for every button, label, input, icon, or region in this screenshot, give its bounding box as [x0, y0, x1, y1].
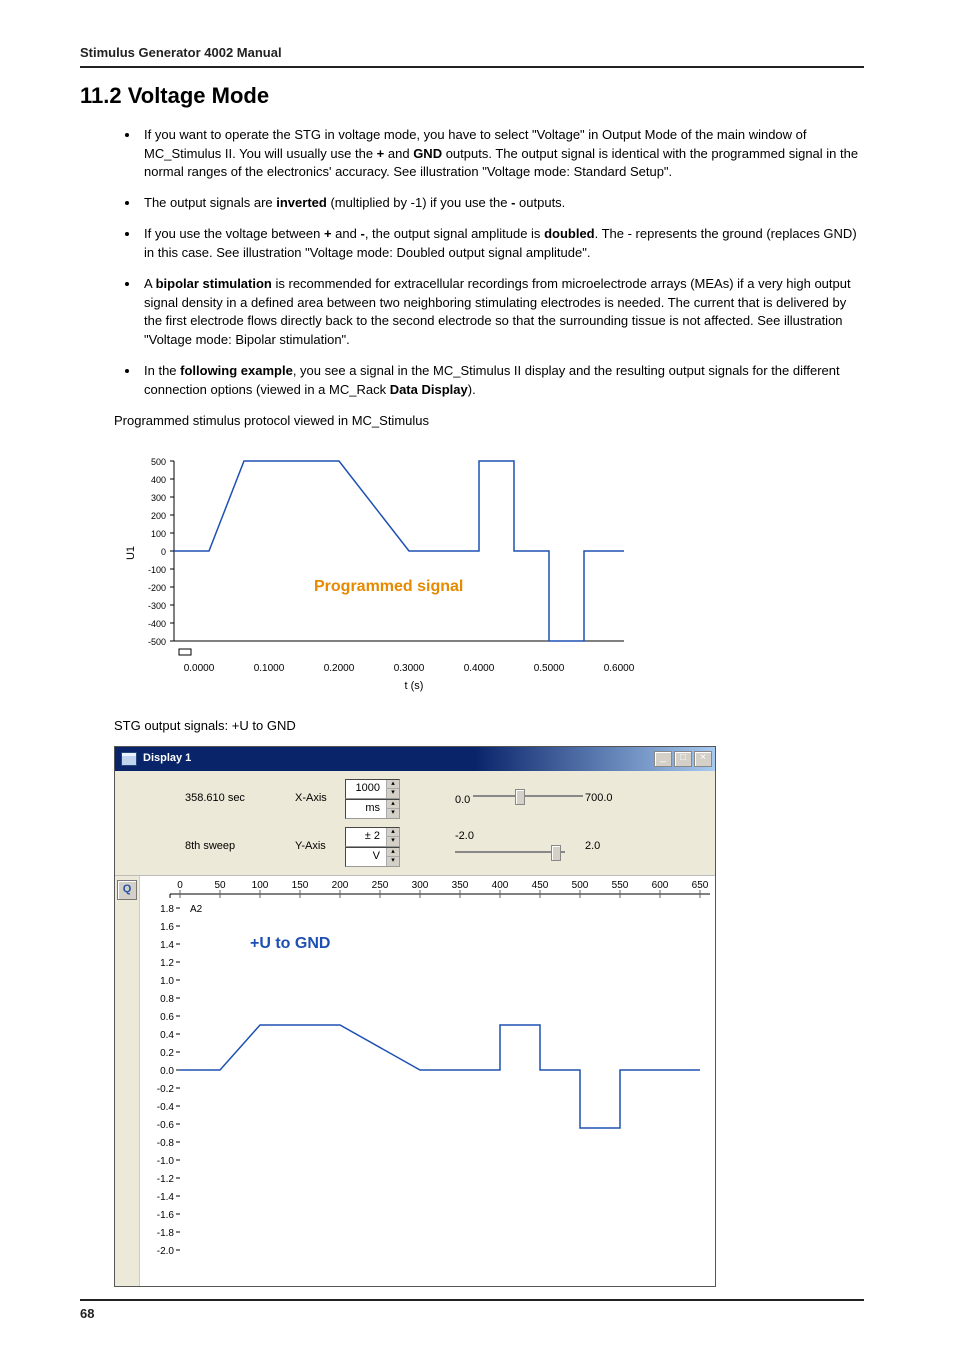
- svg-text:-2.0: -2.0: [157, 1246, 175, 1257]
- svg-text:Programmed signal: Programmed signal: [314, 578, 463, 595]
- svg-text:200: 200: [332, 880, 349, 891]
- close-button[interactable]: ×: [694, 751, 712, 767]
- svg-text:400: 400: [492, 880, 509, 891]
- svg-text:250: 250: [372, 880, 389, 891]
- svg-text:50: 50: [214, 880, 226, 891]
- figure-caption: STG output signals: +U to GND: [114, 717, 864, 736]
- spinner-icon[interactable]: ▴▾: [386, 848, 399, 866]
- x-slider-max: 700.0: [585, 791, 645, 807]
- section-heading: 11.2 Voltage Mode: [80, 80, 864, 112]
- svg-text:-500: -500: [148, 637, 166, 647]
- x-axis-label: X-Axis: [295, 791, 345, 807]
- svg-text:0.1000: 0.1000: [254, 663, 285, 674]
- x-axis-unit-input[interactable]: ms ▴▾: [345, 799, 400, 819]
- svg-text:0.3000: 0.3000: [394, 663, 425, 674]
- svg-text:0.2000: 0.2000: [324, 663, 355, 674]
- svg-text:-1.4: -1.4: [157, 1192, 175, 1203]
- svg-text:500: 500: [572, 880, 589, 891]
- svg-text:150: 150: [292, 880, 309, 891]
- svg-text:1.2: 1.2: [160, 958, 174, 969]
- svg-text:300: 300: [151, 493, 166, 503]
- data-display-window: Display 1 _ □ × 358.610 sec X-Axis 1000 …: [114, 746, 716, 1287]
- x-range-slider[interactable]: [473, 789, 583, 803]
- svg-text:300: 300: [412, 880, 429, 891]
- svg-text:-300: -300: [148, 601, 166, 611]
- svg-text:100: 100: [252, 880, 269, 891]
- svg-text:400: 400: [151, 475, 166, 485]
- y-axis-unit-input[interactable]: V ▴▾: [345, 847, 400, 867]
- window-icon: [121, 752, 137, 766]
- svg-text:0: 0: [177, 880, 183, 891]
- svg-text:-1.8: -1.8: [157, 1228, 175, 1239]
- svg-text:650: 650: [692, 880, 709, 891]
- zoom-button[interactable]: Q: [117, 880, 137, 900]
- svg-text:1.6: 1.6: [160, 922, 174, 933]
- header-rule: [80, 66, 864, 68]
- x-slider-min: 0.0: [455, 794, 470, 806]
- svg-text:0.0: 0.0: [160, 1066, 174, 1077]
- maximize-button[interactable]: □: [674, 751, 692, 767]
- axis-toolbar: 358.610 sec X-Axis 1000 ▴▾ ms ▴▾ 0.0: [115, 771, 715, 876]
- svg-text:350: 350: [452, 880, 469, 891]
- svg-text:-0.2: -0.2: [157, 1084, 175, 1095]
- svg-text:-0.4: -0.4: [157, 1102, 175, 1113]
- svg-text:1.0: 1.0: [160, 976, 174, 987]
- svg-text:200: 200: [151, 511, 166, 521]
- x-axis-value-input[interactable]: 1000 ▴▾: [345, 779, 400, 799]
- svg-text:-1.0: -1.0: [157, 1156, 175, 1167]
- svg-text:0.4000: 0.4000: [464, 663, 495, 674]
- list-item: If you use the voltage between + and -, …: [140, 225, 864, 263]
- bullet-list: If you want to operate the STG in voltag…: [114, 126, 864, 400]
- svg-text:600: 600: [652, 880, 669, 891]
- window-titlebar[interactable]: Display 1 _ □ ×: [115, 747, 715, 771]
- svg-text:100: 100: [151, 529, 166, 539]
- sweep-readout: 8th sweep: [185, 839, 295, 855]
- svg-text:-1.6: -1.6: [157, 1210, 175, 1221]
- display-graph[interactable]: 0 50 100 150 200 250 300 350 400 450 500…: [140, 876, 715, 1286]
- list-item: A bipolar stimulation is recommended for…: [140, 275, 864, 350]
- svg-text:0.2: 0.2: [160, 1048, 174, 1059]
- spinner-icon[interactable]: ▴▾: [386, 800, 399, 818]
- svg-text:1.8: 1.8: [160, 904, 174, 915]
- y-axis-value-input[interactable]: ± 2 ▴▾: [345, 827, 400, 847]
- spinner-icon[interactable]: ▴▾: [386, 780, 399, 798]
- svg-text:0.6: 0.6: [160, 1012, 174, 1023]
- svg-text:0: 0: [161, 547, 166, 557]
- svg-text:A2: A2: [190, 904, 203, 915]
- list-item: In the following example, you see a sign…: [140, 362, 864, 400]
- svg-text:550: 550: [612, 880, 629, 891]
- svg-text:0.6000: 0.6000: [604, 663, 634, 674]
- svg-text:1.4: 1.4: [160, 940, 174, 951]
- svg-text:500: 500: [151, 457, 166, 467]
- minimize-button[interactable]: _: [654, 751, 672, 767]
- footer-rule: [80, 1299, 864, 1301]
- list-item: If you want to operate the STG in voltag…: [140, 126, 864, 183]
- time-readout: 358.610 sec: [185, 791, 295, 807]
- running-header: Stimulus Generator 4002 Manual: [80, 44, 864, 66]
- y-axis-label: Y-Axis: [295, 839, 345, 855]
- list-item: The output signals are inverted (multipl…: [140, 194, 864, 213]
- svg-text:450: 450: [532, 880, 549, 891]
- figure-caption: Programmed stimulus protocol viewed in M…: [114, 412, 864, 431]
- window-title: Display 1: [143, 751, 191, 767]
- svg-text:-0.6: -0.6: [157, 1120, 175, 1131]
- svg-text:0.5000: 0.5000: [534, 663, 565, 674]
- svg-text:0.8: 0.8: [160, 994, 174, 1005]
- svg-text:0.4: 0.4: [160, 1030, 174, 1041]
- y-range-slider[interactable]: [455, 845, 565, 859]
- programmed-signal-chart: 500 400 300 200 100 0 -100 -200 -300 -40…: [114, 441, 634, 701]
- svg-text:-0.8: -0.8: [157, 1138, 175, 1149]
- svg-text:-400: -400: [148, 619, 166, 629]
- svg-text:0.0000: 0.0000: [184, 663, 215, 674]
- y-slider-max: 2.0: [585, 839, 645, 855]
- y-slider-min: -2.0: [455, 830, 474, 842]
- svg-text:-100: -100: [148, 565, 166, 575]
- svg-text:+U to GND: +U to GND: [250, 935, 330, 952]
- spinner-icon[interactable]: ▴▾: [386, 828, 399, 846]
- svg-text:t (s): t (s): [405, 680, 424, 692]
- page-number: 68: [80, 1305, 864, 1324]
- svg-text:-200: -200: [148, 583, 166, 593]
- svg-text:U1: U1: [125, 546, 137, 560]
- svg-text:-1.2: -1.2: [157, 1174, 175, 1185]
